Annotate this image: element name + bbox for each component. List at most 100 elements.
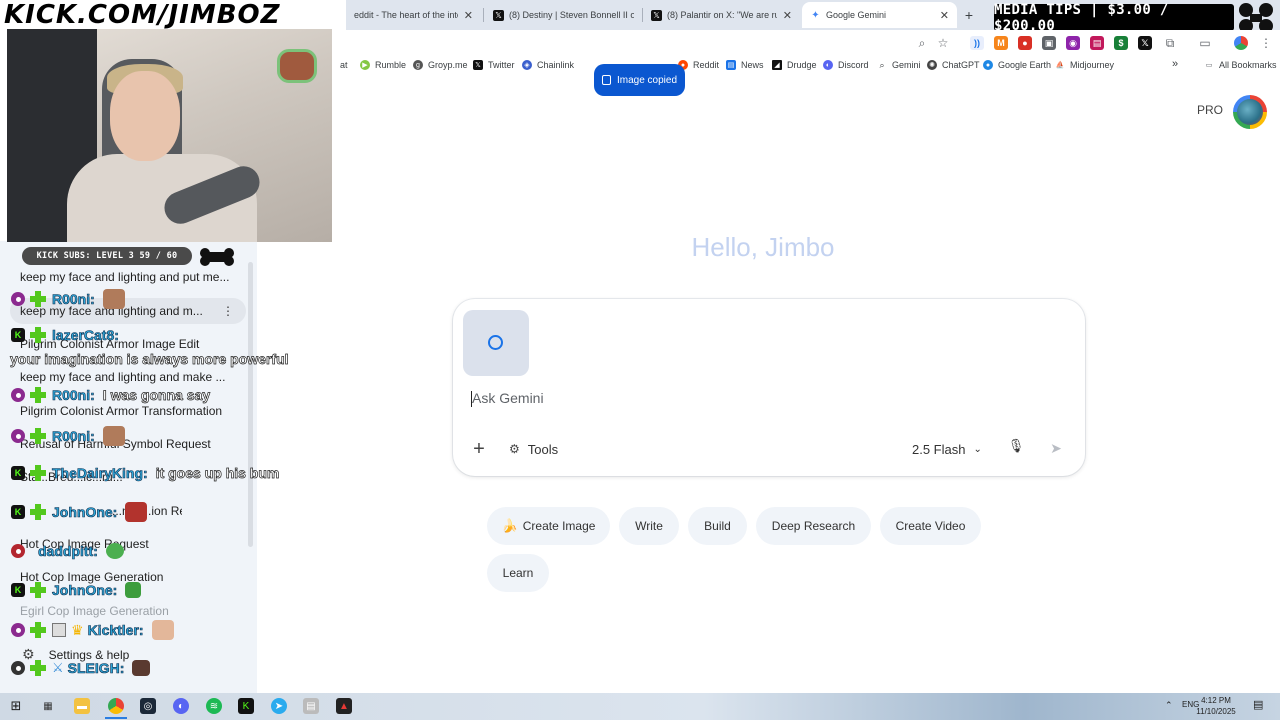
bookmark-rumble[interactable]: ▶ Rumble: [360, 60, 406, 70]
telegram-icon[interactable]: ➤: [271, 698, 287, 714]
tab-destiny[interactable]: 𝕏 (8) Destiny | Steven Bonnell II o: [485, 2, 642, 28]
conversation-item[interactable]: Egirl Cop Image Generation: [20, 604, 235, 618]
menu-kebab-icon[interactable]: ⋮: [1258, 35, 1274, 51]
app-icon[interactable]: ▤: [303, 698, 319, 714]
microphone-icon[interactable]: 🎙: [1007, 438, 1025, 458]
obs-icon[interactable]: ▲: [336, 698, 352, 714]
extension-screen-icon[interactable]: ▣: [1042, 36, 1056, 50]
chip-build[interactable]: Build: [688, 507, 747, 545]
clock-time: 4:12 PM: [1201, 696, 1231, 705]
chrome-icon[interactable]: [108, 698, 124, 714]
prompt-input[interactable]: Ask Gemini: [471, 390, 544, 407]
chat-text: I was gonna say: [102, 387, 211, 404]
chip-create-image[interactable]: 🍌 Create Image: [487, 507, 610, 545]
metamask-icon[interactable]: M: [994, 36, 1008, 50]
news-icon: ▤: [726, 60, 736, 70]
bookmark-label: Drudge: [787, 60, 817, 70]
chip-write[interactable]: Write: [619, 507, 679, 545]
tab-google-gemini[interactable]: ✦ Google Gemini ✕: [802, 2, 957, 28]
extensions-puzzle-icon[interactable]: ⧉: [1162, 35, 1178, 51]
chat-username: JohnOne:: [52, 582, 118, 599]
chip-learn[interactable]: Learn: [487, 554, 549, 592]
extension-green-icon[interactable]: $: [1114, 36, 1128, 50]
chat-username: TheDairyKing:: [52, 465, 148, 482]
bookmark-groyp[interactable]: g Groyp.me: [413, 60, 468, 70]
kick-icon[interactable]: K: [238, 698, 254, 714]
task-view-icon[interactable]: ▦: [40, 698, 56, 714]
extension-pink-icon[interactable]: ▤: [1090, 36, 1104, 50]
sidebar-scrollbar[interactable]: [248, 262, 253, 547]
pro-badge[interactable]: PRO: [1197, 103, 1223, 117]
conversation-item[interactable]: keep my face and lighting and make ...: [20, 370, 235, 384]
x-extension-icon[interactable]: 𝕏: [1138, 36, 1152, 50]
emote-icon: [102, 289, 125, 309]
bookmark-twitter[interactable]: 𝕏 Twitter: [473, 60, 515, 70]
tab-title: eddit - The heart of the intern: [354, 10, 458, 20]
bookmark-label: Groyp.me: [428, 60, 468, 70]
bookmark-gemini[interactable]: ⌕ Gemini: [877, 60, 921, 71]
add-attachment-button[interactable]: +: [468, 438, 490, 460]
chat-username: daddpitt:: [38, 543, 98, 560]
model-label: 2.5 Flash: [912, 441, 966, 457]
tab-separator: [483, 8, 484, 22]
bookmark-news[interactable]: ▤ News: [726, 60, 764, 70]
bookmark-star-icon[interactable]: ☆: [935, 35, 951, 51]
new-tab-button[interactable]: +: [960, 6, 978, 24]
chat-message: K JohnOne:: [11, 582, 142, 599]
gift-badge-icon: [30, 387, 46, 403]
chat-message: R00ni: I was gonna say: [11, 387, 211, 404]
tab-palantir[interactable]: 𝕏 (8) Palantir on X: "We are runni ✕: [643, 2, 800, 28]
bookmark-discord[interactable]: ◐ Discord: [823, 60, 869, 70]
extension-purple-icon[interactable]: ◉: [1066, 36, 1080, 50]
x-icon: 𝕏: [651, 9, 662, 21]
channel-banner: KICK.COM/JIMBOZ: [0, 0, 346, 30]
bookmark-label: Gemini: [892, 60, 921, 70]
greeting: Hello, Jimbo: [691, 232, 835, 262]
close-icon[interactable]: ✕: [464, 9, 473, 22]
chip-create-video[interactable]: Create Video: [880, 507, 981, 545]
chainlink-icon: ◈: [522, 60, 532, 70]
bookmark-google-earth[interactable]: ● Google Earth: [983, 60, 1051, 70]
model-selector[interactable]: 2.5 Flash ⌄: [912, 438, 982, 460]
account-avatar[interactable]: [1233, 95, 1267, 129]
spotify-icon[interactable]: ≋: [206, 698, 222, 714]
webcam-person-face: [110, 71, 180, 161]
chip-deep-research[interactable]: Deep Research: [756, 507, 871, 545]
clock[interactable]: 4:12 PM 11/10/2025: [1196, 695, 1236, 717]
close-icon[interactable]: ✕: [940, 9, 949, 22]
chat-username: R00ni:: [52, 387, 95, 404]
extension-audio-icon[interactable]: )): [970, 36, 984, 50]
steam-icon[interactable]: ◎: [140, 698, 156, 714]
profile-avatar-icon[interactable]: [1234, 36, 1248, 50]
bookmark-item[interactable]: at: [340, 60, 348, 70]
bookmark-drudge[interactable]: ◢ Drudge: [772, 60, 817, 70]
sub-badge-icon: [11, 429, 25, 443]
all-bookmarks[interactable]: ▭ All Bookmarks: [1204, 60, 1277, 70]
bookmark-midjourney[interactable]: ⛵ Midjourney: [1055, 60, 1114, 70]
emote-icon: [125, 502, 148, 522]
start-windows-icon[interactable]: ⊞: [8, 698, 24, 714]
bookmarks-overflow[interactable]: »: [1172, 58, 1178, 70]
side-panel-icon[interactable]: ▭: [1197, 35, 1213, 51]
attached-image-thumbnail[interactable]: [463, 310, 529, 376]
loading-spinner-icon: [488, 335, 503, 350]
zoom-icon[interactable]: ⌕: [914, 35, 930, 51]
extension-red-icon[interactable]: ●: [1018, 36, 1032, 50]
kick-badge-icon: K: [11, 466, 25, 480]
file-explorer-icon[interactable]: ▬: [74, 698, 90, 714]
tab-reddit[interactable]: eddit - The heart of the intern ✕: [346, 2, 481, 28]
conversation-item[interactable]: keep my face and lighting and put me...: [20, 270, 235, 284]
bookmark-chainlink[interactable]: ◈ Chainlink: [522, 60, 574, 70]
bookmark-chatgpt[interactable]: ✺ ChatGPT: [927, 60, 980, 70]
notification-icon[interactable]: ▤: [1253, 698, 1263, 711]
conversation-item[interactable]: Pilgrim Colonist Armor Transformation: [20, 404, 235, 418]
tools-button[interactable]: ⚙ Tools: [509, 438, 558, 460]
chip-label: Deep Research: [771, 519, 856, 533]
send-icon[interactable]: ➤: [1045, 437, 1067, 459]
conversation-options-icon[interactable]: ⋮: [222, 304, 234, 318]
gift-badge-icon: [30, 622, 46, 638]
tray-chevron-icon[interactable]: ⌃: [1165, 700, 1173, 711]
bookmark-reddit[interactable]: ● Reddit: [678, 60, 719, 70]
discord-icon[interactable]: ◐: [173, 698, 189, 714]
close-icon[interactable]: ✕: [783, 9, 792, 22]
